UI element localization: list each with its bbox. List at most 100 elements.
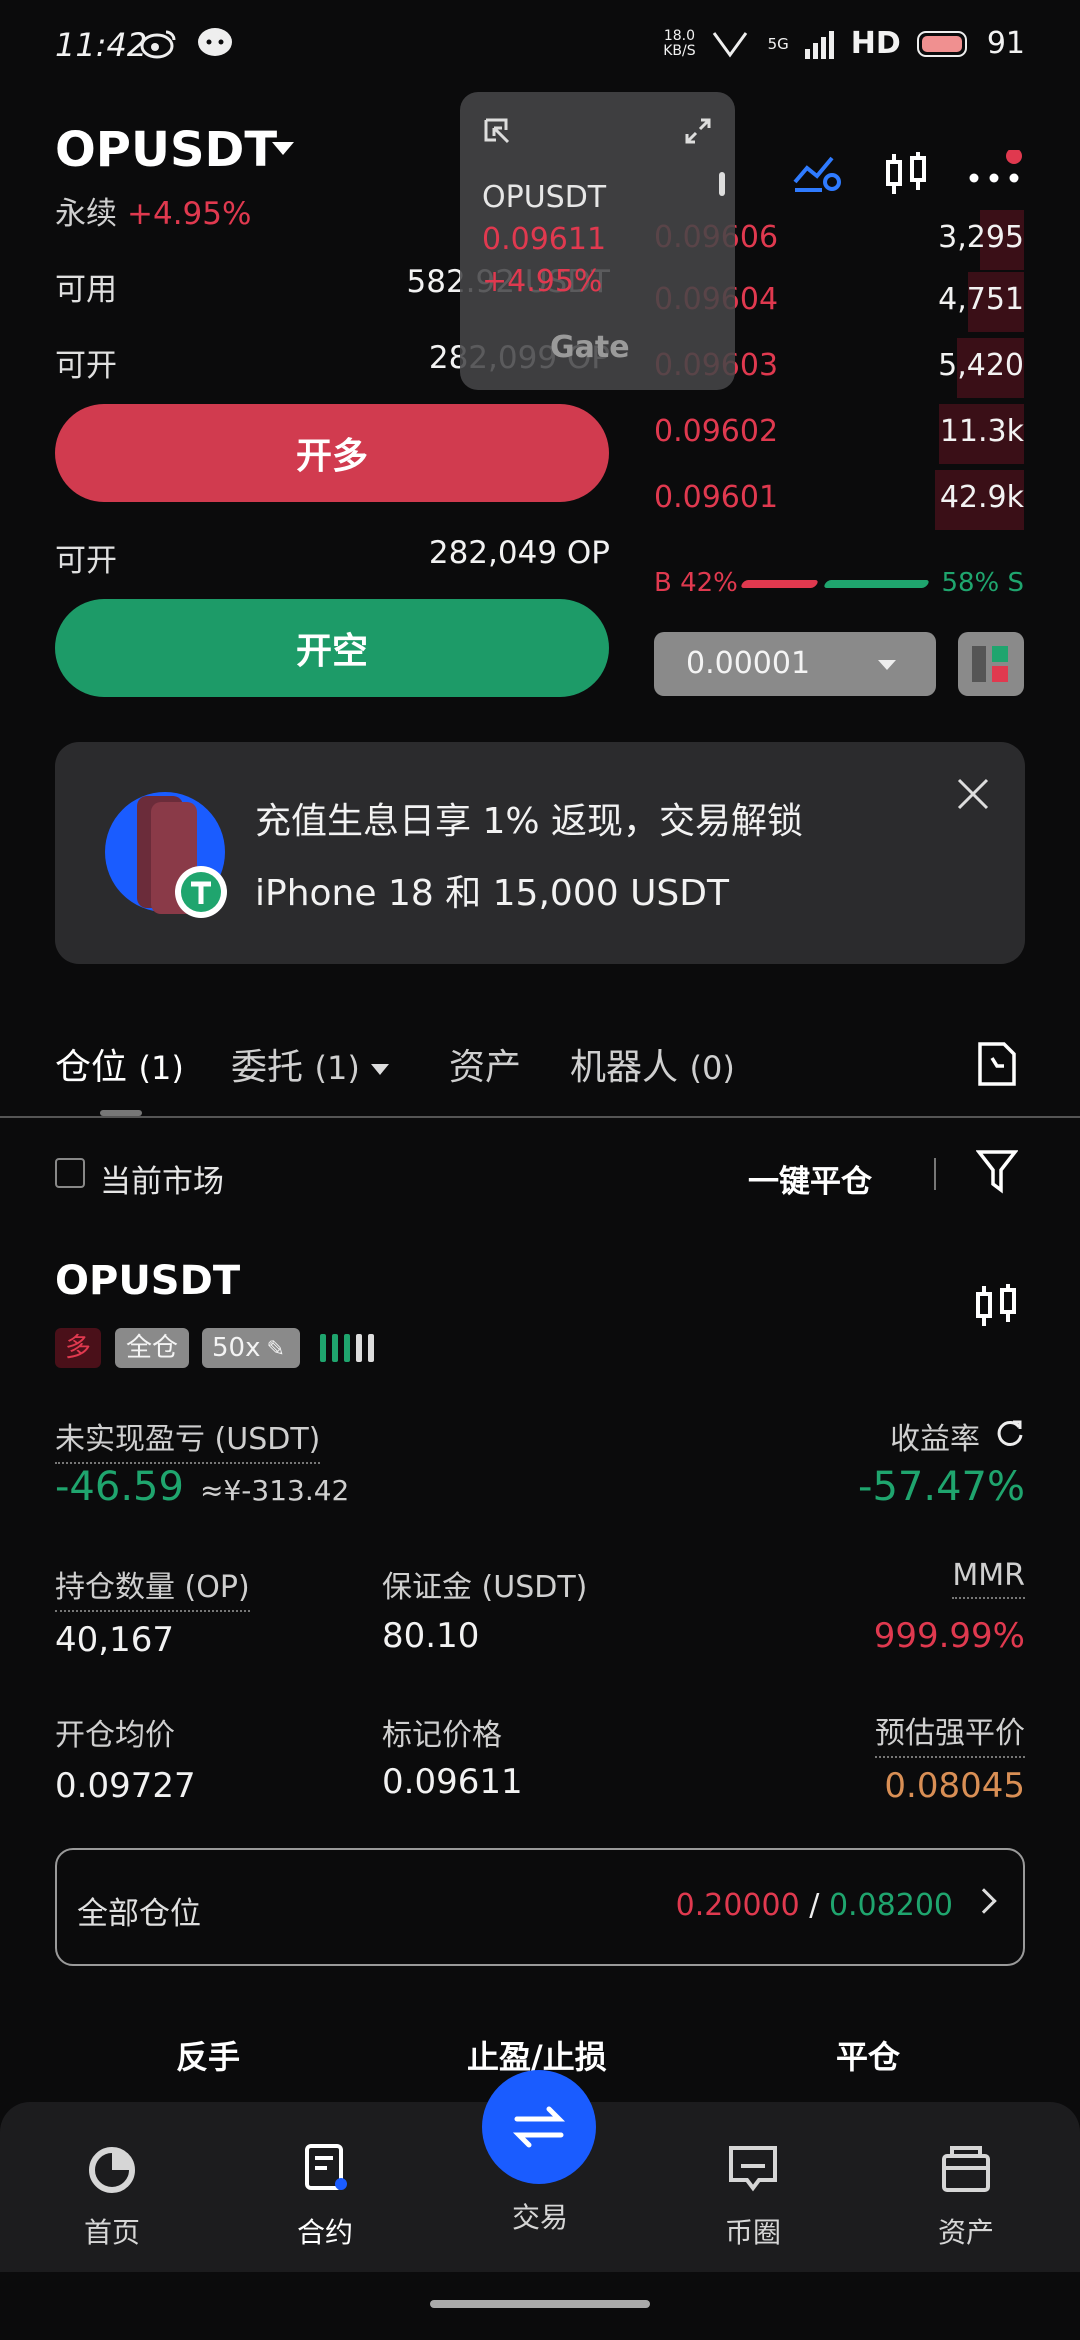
chevron-down-icon[interactable] (272, 142, 294, 155)
filter-icon[interactable] (976, 1148, 1018, 1194)
tick-size-value: 0.00001 (686, 646, 811, 681)
margin-value: 80.10 (382, 1616, 480, 1656)
notification-icons (140, 26, 234, 60)
history-icon[interactable] (976, 1040, 1018, 1088)
mmr-value: 999.99% (873, 1616, 1025, 1656)
contract-type: 永续 (55, 196, 117, 232)
roe-label[interactable]: 收益率 (890, 1414, 980, 1458)
tab-positions-count: (1) (138, 1049, 184, 1087)
sell-ratio-label: 58% S (941, 568, 1024, 598)
current-market-checkbox[interactable] (55, 1158, 85, 1188)
chevron-down-icon (878, 660, 896, 670)
liq-price-label[interactable]: 预估强平价 (875, 1708, 1025, 1758)
nav-home-label: 首页 (83, 2216, 140, 2249)
gate-logo: Gate (550, 330, 630, 365)
open-short-label: 可开 (55, 543, 117, 579)
unrealized-pnl-value: -46.59 (55, 1464, 184, 1510)
risk-level-bars (320, 1334, 374, 1362)
minimize-icon[interactable] (482, 116, 512, 146)
candlestick-icon[interactable] (882, 150, 930, 210)
nav-trade[interactable]: 交易 (480, 2186, 600, 2236)
open-long-button[interactable]: 开多 (55, 404, 609, 502)
tab-positions-label: 仓位 (55, 1047, 128, 1088)
current-market-label[interactable]: 当前市场 (100, 1156, 224, 1201)
ask-qty: 4,751 (938, 282, 1024, 317)
status-bar: 11:42 18.0 KB/S 5G HD 91 (0, 0, 1080, 90)
banner-line-1: 充值生息日享 1% 返现，交易解锁 (255, 801, 803, 842)
gate-logo-text: Gate (550, 330, 630, 365)
promo-banner[interactable]: 充值生息日享 1% 返现，交易解锁 iPhone 18 和 15,000 USD… (55, 742, 1025, 964)
side-tag: 多 (55, 1328, 101, 1368)
tab-positions[interactable]: 仓位 (1) (55, 1038, 184, 1090)
swap-icon (512, 2106, 566, 2148)
ratio-bar (739, 580, 931, 588)
futures-icon (305, 2144, 347, 2190)
floating-ticker-window[interactable]: OPUSDT 0.09611 +4.95% Gate (460, 92, 735, 390)
nav-assets[interactable]: 资产 (906, 2142, 1026, 2251)
liq-price-value: 0.08045 (884, 1766, 1025, 1806)
position-size-label[interactable]: 持仓数量 (OP) (55, 1562, 250, 1612)
ask-row[interactable]: 0.09601 42.9k (654, 470, 1024, 530)
nav-futures[interactable]: 合约 (265, 2142, 385, 2251)
symbol-selector[interactable]: OPUSDT (55, 122, 277, 178)
margin-mode-tag: 全仓 (115, 1328, 189, 1368)
nav-futures-label: 合约 (296, 2216, 353, 2249)
ask-qty: 3,295 (938, 220, 1024, 255)
risk-bar (368, 1334, 374, 1362)
position-symbol[interactable]: OPUSDT (55, 1258, 240, 1304)
all-positions-tpsl-row[interactable]: 全部仓位 0.20000 / 0.08200 (55, 1848, 1025, 1966)
mini-change: +4.95% (482, 264, 603, 299)
leverage-tag[interactable]: 50x ✎ (202, 1328, 300, 1368)
open-short-button[interactable]: 开空 (55, 599, 609, 697)
unrealized-pnl-label[interactable]: 未实现盈亏 (USDT) (55, 1414, 321, 1464)
mmr-label[interactable]: MMR (952, 1558, 1025, 1599)
tab-assets[interactable]: 资产 (449, 1038, 521, 1090)
all-positions-label: 全部仓位 (77, 1896, 201, 1932)
scrollbar[interactable] (719, 172, 725, 196)
net-speed: 18.0 KB/S (663, 27, 696, 59)
nav-community[interactable]: 币圈 (693, 2142, 813, 2251)
chevron-right-icon (971, 1888, 997, 1914)
sell-ratio-fill (822, 580, 931, 588)
tab-orders-label: 委托 (231, 1047, 304, 1088)
more-icon[interactable] (968, 148, 1028, 210)
reverse-button[interactable]: 反手 (176, 2032, 240, 2078)
nav-assets-label: 资产 (937, 2216, 994, 2249)
close-all-button[interactable]: 一键平仓 (748, 1156, 872, 1201)
nav-home[interactable]: 首页 (52, 2142, 172, 2251)
stop-loss-value: 0.08200 (828, 1888, 953, 1923)
tab-orders[interactable]: 委托 (1) (231, 1038, 390, 1090)
ask-qty: 42.9k (939, 480, 1024, 515)
trade-fab-button[interactable] (482, 2070, 596, 2184)
home-indicator[interactable] (430, 2300, 650, 2308)
close-icon[interactable] (957, 778, 989, 810)
nav-trade-label: 交易 (511, 2201, 568, 2234)
battery-level: 91 (986, 26, 1025, 61)
refresh-icon[interactable] (995, 1418, 1025, 1448)
hd-indicator: HD (850, 26, 901, 61)
ask-row[interactable]: 0.09602 11.3k (654, 404, 1024, 464)
wallet-icon (942, 2146, 990, 2192)
banner-line-2: iPhone 18 和 15,000 USDT (255, 873, 729, 914)
candlestick-icon[interactable] (974, 1282, 1020, 1330)
buy-ratio-fill (739, 580, 820, 588)
buy-sell-ratio: B 42% 58% S (654, 568, 1024, 598)
ask-qty: 5,420 (938, 348, 1024, 383)
tick-size-select[interactable]: 0.00001 (654, 632, 936, 696)
nav-community-label: 币圈 (724, 2216, 781, 2249)
risk-bar (332, 1334, 338, 1362)
orderbook-layout-button[interactable] (958, 632, 1024, 696)
close-position-button[interactable]: 平仓 (836, 2032, 900, 2078)
tab-bots-label: 机器人 (570, 1047, 679, 1088)
chevron-down-icon (371, 1063, 390, 1075)
mark-price-label: 标记价格 (382, 1718, 502, 1753)
ask-qty: 11.3k (939, 414, 1024, 449)
open-short-value: 282,049 OP (428, 535, 610, 571)
indicator-icon[interactable] (792, 150, 844, 210)
buy-ratio-label: B 42% (654, 568, 738, 598)
position-size-value: 40,167 (55, 1620, 174, 1660)
signal-icon (804, 30, 834, 59)
tab-bots[interactable]: 机器人 (0) (570, 1038, 735, 1090)
open-long-label: 可开 (55, 348, 117, 384)
expand-icon[interactable] (683, 116, 713, 146)
